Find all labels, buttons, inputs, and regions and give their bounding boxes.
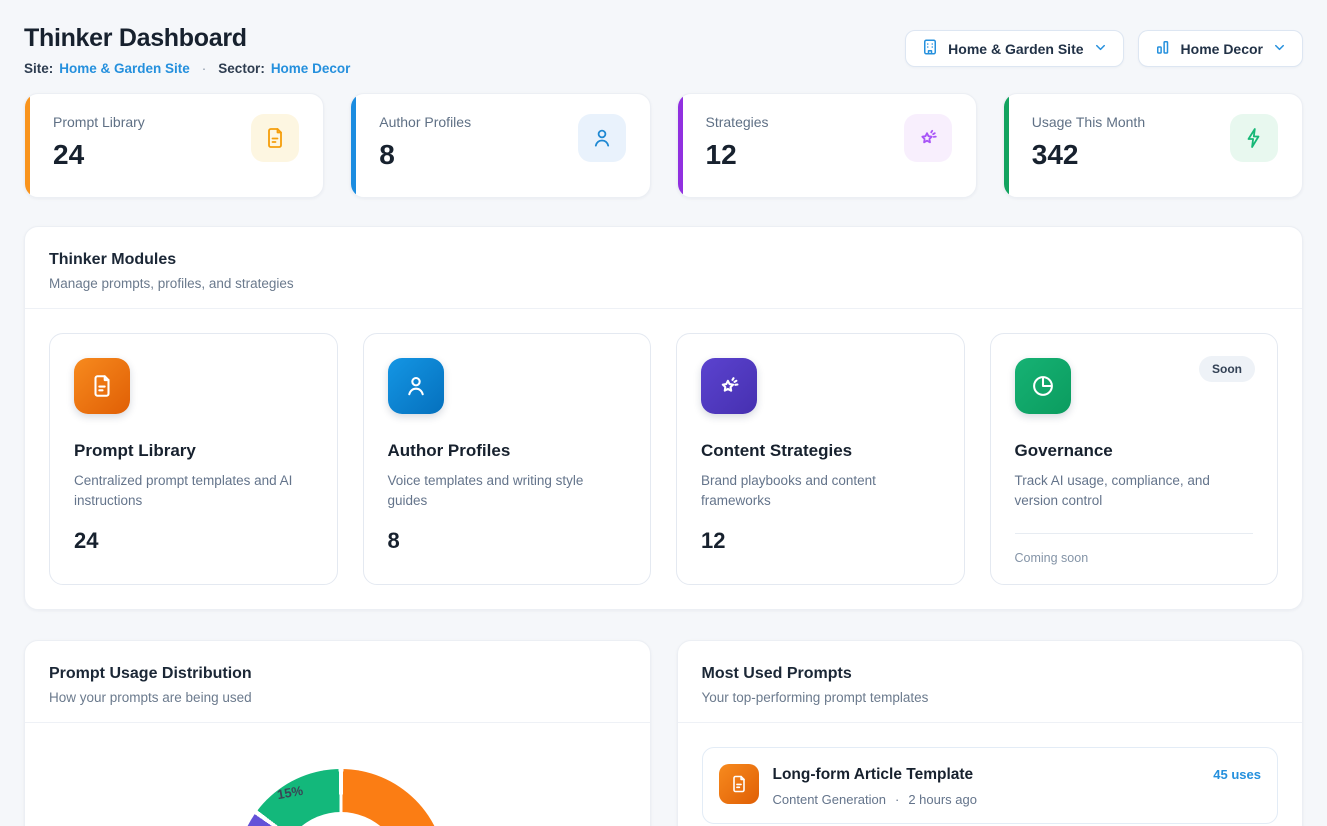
usage-distribution-panel: Prompt Usage Distribution How your promp…	[24, 640, 651, 826]
sector-link[interactable]: Home Decor	[271, 61, 351, 76]
prompt-item-body: Long-form Article Template Content Gener…	[773, 764, 1200, 807]
prompt-item-meta: Content Generation · 2 hours ago	[773, 792, 1200, 807]
soon-badge: Soon	[1199, 356, 1255, 382]
module-count: 24	[74, 528, 313, 554]
divider	[1015, 533, 1254, 534]
star-icon	[701, 358, 757, 414]
sector-selector-button[interactable]: Home Decor	[1138, 30, 1303, 67]
usage-chart-subtitle: How your prompts are being used	[49, 690, 626, 705]
module-card-prompt-library[interactable]: Prompt Library Centralized prompt templa…	[49, 333, 338, 585]
module-description: Track AI usage, compliance, and version …	[1015, 471, 1254, 511]
usage-chart-header: Prompt Usage Distribution How your promp…	[25, 641, 650, 723]
chevron-down-icon	[1272, 40, 1287, 58]
header-actions: Home & Garden Site Home Decor	[905, 30, 1303, 67]
document-icon	[74, 358, 130, 414]
breadcrumb: Site: Home & Garden Site · Sector: Home …	[24, 61, 350, 76]
module-title: Content Strategies	[701, 441, 940, 461]
bar-chart-icon	[1154, 38, 1172, 59]
user-icon	[578, 114, 626, 162]
stat-label: Prompt Library	[53, 114, 145, 130]
star-icon	[904, 114, 952, 162]
stat-value: 24	[53, 139, 145, 171]
modules-grid: Prompt Library Centralized prompt templa…	[25, 309, 1302, 609]
dot-separator: ·	[202, 61, 207, 76]
stat-text: Prompt Library 24	[53, 114, 145, 171]
user-icon	[388, 358, 444, 414]
dot-separator: ·	[895, 792, 899, 807]
module-description: Voice templates and writing style guides	[388, 471, 627, 511]
stat-text: Author Profiles 8	[379, 114, 471, 171]
document-icon	[719, 764, 759, 804]
prompt-category: Content Generation	[773, 792, 886, 807]
usage-donut-chart	[236, 769, 446, 826]
stats-row: Prompt Library 24 Author Profiles 8 Stra…	[24, 93, 1303, 198]
module-count: 12	[701, 528, 940, 554]
stat-value: 8	[379, 139, 471, 171]
sector-label: Sector:	[218, 61, 265, 76]
module-title: Author Profiles	[388, 441, 627, 461]
page-title: Thinker Dashboard	[24, 24, 350, 53]
site-link[interactable]: Home & Garden Site	[59, 61, 190, 76]
chevron-down-icon	[1093, 40, 1108, 58]
stat-card-prompt-library: Prompt Library 24	[24, 93, 324, 198]
prompt-time: 2 hours ago	[908, 792, 977, 807]
document-icon	[251, 114, 299, 162]
module-count: 8	[388, 528, 627, 554]
module-title: Governance	[1015, 441, 1254, 461]
coming-soon-text: Coming soon	[1015, 551, 1254, 565]
lightning-icon	[1230, 114, 1278, 162]
pie-chart-icon	[1015, 358, 1071, 414]
site-label: Site:	[24, 61, 53, 76]
most-used-subtitle: Your top-performing prompt templates	[702, 690, 1279, 705]
module-description: Brand playbooks and content frameworks	[701, 471, 940, 511]
most-used-title: Most Used Prompts	[702, 665, 1279, 683]
most-used-header: Most Used Prompts Your top-performing pr…	[678, 641, 1303, 723]
prompt-uses-count: 45 uses	[1213, 767, 1261, 782]
dashboard-page: Thinker Dashboard Site: Home & Garden Si…	[0, 0, 1327, 826]
bottom-row: Prompt Usage Distribution How your promp…	[24, 640, 1303, 826]
site-selector-label: Home & Garden Site	[948, 41, 1083, 57]
building-icon	[921, 38, 939, 59]
stat-card-author-profiles: Author Profiles 8	[350, 93, 650, 198]
stat-text: Strategies 12	[706, 114, 769, 171]
module-title: Prompt Library	[74, 441, 313, 461]
prompt-item-title: Long-form Article Template	[773, 766, 1200, 784]
stat-value: 12	[706, 139, 769, 171]
module-card-author-profiles[interactable]: Author Profiles Voice templates and writ…	[363, 333, 652, 585]
modules-panel: Thinker Modules Manage prompts, profiles…	[24, 226, 1303, 610]
header-left: Thinker Dashboard Site: Home & Garden Si…	[24, 24, 350, 76]
usage-chart-title: Prompt Usage Distribution	[49, 665, 626, 683]
stat-text: Usage This Month 342	[1032, 114, 1145, 171]
stat-value: 342	[1032, 139, 1145, 171]
prompt-list-item[interactable]: Long-form Article Template Content Gener…	[702, 747, 1279, 824]
stat-label: Strategies	[706, 114, 769, 130]
most-used-prompts-panel: Most Used Prompts Your top-performing pr…	[677, 640, 1304, 826]
module-card-content-strategies[interactable]: Content Strategies Brand playbooks and c…	[676, 333, 965, 585]
stat-card-strategies: Strategies 12	[677, 93, 977, 198]
modules-title: Thinker Modules	[49, 251, 1278, 269]
stat-label: Usage This Month	[1032, 114, 1145, 130]
topbar: Thinker Dashboard Site: Home & Garden Si…	[24, 24, 1303, 76]
modules-subtitle: Manage prompts, profiles, and strategies	[49, 276, 1278, 291]
modules-header: Thinker Modules Manage prompts, profiles…	[25, 227, 1302, 309]
module-card-governance[interactable]: Soon Governance Track AI usage, complian…	[990, 333, 1279, 585]
sector-selector-label: Home Decor	[1181, 41, 1263, 57]
module-description: Centralized prompt templates and AI inst…	[74, 471, 313, 511]
site-selector-button[interactable]: Home & Garden Site	[905, 30, 1123, 67]
stat-card-usage: Usage This Month 342	[1003, 93, 1303, 198]
stat-label: Author Profiles	[379, 114, 471, 130]
